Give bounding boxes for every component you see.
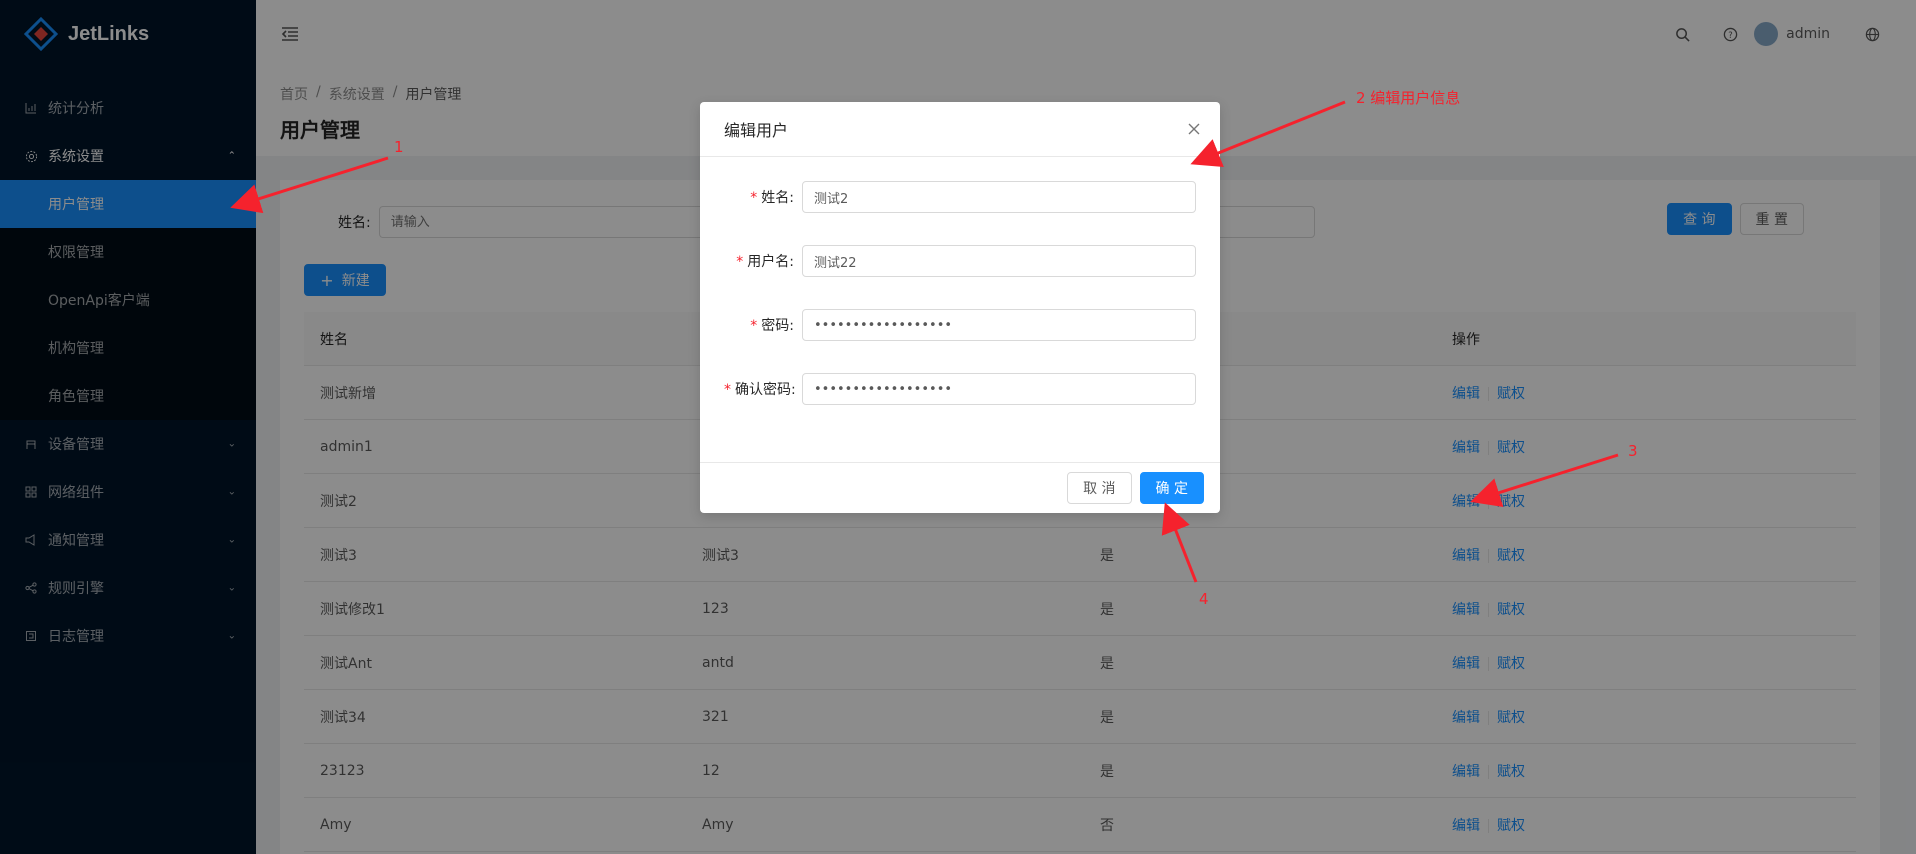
required-mark: *: [736, 254, 744, 270]
form-label: * 姓名:: [724, 187, 802, 207]
required-mark: *: [750, 318, 758, 334]
form-row-confirm-password: * 确认密码: ••••••••••••••••••: [724, 373, 1196, 405]
form-row-username: * 用户名: 测试22: [724, 245, 1196, 277]
form-label-text: 确认密码:: [735, 382, 796, 398]
annotation-label-2: 2 编辑用户信息: [1356, 89, 1461, 107]
form-label-text: 密码:: [761, 318, 794, 334]
cancel-button[interactable]: 取 消: [1067, 472, 1132, 504]
modal-title: 编辑用户: [724, 121, 789, 140]
username-field[interactable]: 测试22: [802, 245, 1196, 277]
form-row-password: * 密码: ••••••••••••••••••: [724, 309, 1196, 341]
modal-header: 编辑用户: [700, 102, 1220, 157]
form-label-text: 姓名:: [761, 190, 794, 206]
confirm-button[interactable]: 确 定: [1139, 472, 1204, 504]
form-label: * 确认密码:: [724, 379, 802, 399]
form-row-name: * 姓名: 测试2: [724, 181, 1196, 213]
name-field[interactable]: 测试2: [802, 181, 1196, 213]
modal-body: * 姓名: 测试2 * 用户名: 测试22 * 密码: •••••••••••••••…: [700, 157, 1220, 462]
annotation-label-3: 3: [1628, 442, 1638, 460]
form-label: * 用户名:: [724, 251, 802, 271]
close-icon[interactable]: [1186, 121, 1202, 137]
form-label: * 密码:: [724, 315, 802, 335]
form-label-text: 用户名:: [747, 254, 794, 270]
annotation-label-1: 1: [394, 138, 404, 156]
edit-user-modal: 编辑用户 * 姓名: 测试2 * 用户名: 测试22 * 密码: ••••••••••…: [700, 102, 1220, 513]
required-mark: *: [750, 190, 758, 206]
modal-footer: 取 消 确 定: [700, 462, 1220, 513]
annotation-label-4: 4: [1199, 590, 1209, 608]
confirm-password-field[interactable]: ••••••••••••••••••: [802, 373, 1196, 405]
required-mark: *: [724, 382, 731, 398]
password-field[interactable]: ••••••••••••••••••: [802, 309, 1196, 341]
